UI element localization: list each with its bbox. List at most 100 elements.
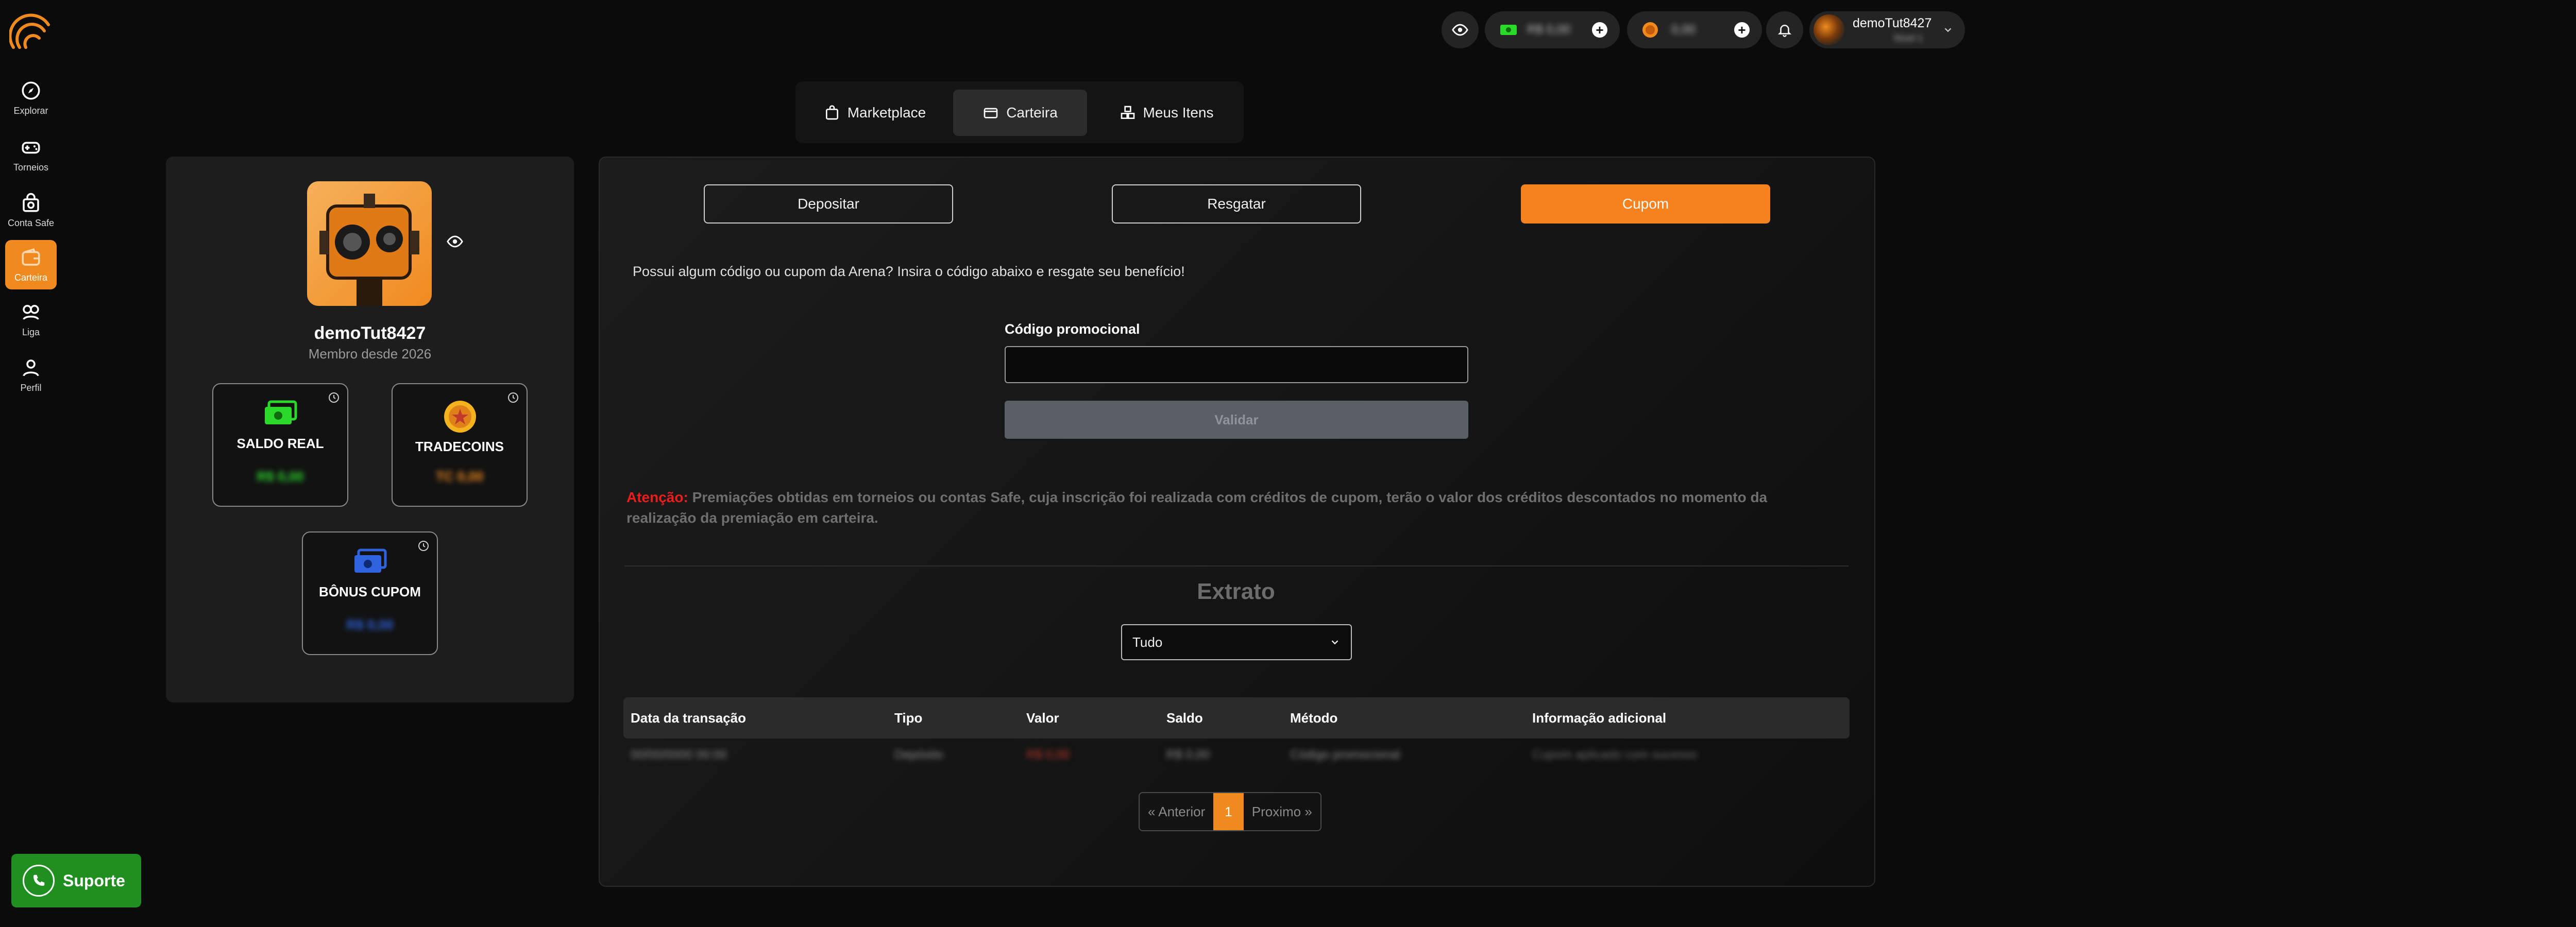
- cash-icon: [1500, 25, 1517, 35]
- tab-label: Meus Itens: [1143, 105, 1214, 121]
- column-header: Valor: [1026, 710, 1059, 726]
- balance-title: SALDO REAL: [236, 436, 324, 451]
- items-icon: [1121, 106, 1134, 119]
- league-icon: [23, 304, 39, 320]
- coupon-info-text: Possui algum código ou cupom da Arena? I…: [633, 264, 1185, 279]
- coupon-button[interactable]: Cupom: [1521, 184, 1770, 224]
- tab-label: Marketplace: [847, 105, 926, 121]
- sidebar-item-torneios[interactable]: Torneios: [5, 130, 57, 179]
- sidebar-item-conta-safe[interactable]: Conta Safe: [5, 185, 57, 235]
- add-balance-button[interactable]: +: [1592, 22, 1607, 38]
- statement-title: Extrato: [1197, 579, 1275, 604]
- tab-marketplace[interactable]: Marketplace: [808, 90, 942, 136]
- coupon-warning: Atenção: Premiações obtidas em torneios …: [626, 487, 1801, 528]
- real-balance-value: R$ 0,00: [1527, 23, 1571, 37]
- eye-icon: [1452, 24, 1468, 36]
- warning-lead: Atenção:: [626, 489, 688, 505]
- balance-card-real: SALDO REAL R$ 0,00: [212, 383, 348, 507]
- column-header: Saldo: [1166, 710, 1203, 726]
- history-icon[interactable]: [417, 540, 430, 552]
- history-icon[interactable]: [507, 391, 519, 404]
- tab-carteira[interactable]: Carteira: [953, 90, 1087, 136]
- notifications-button[interactable]: [1766, 11, 1803, 48]
- compass-icon: [22, 81, 40, 99]
- phone-icon: [23, 865, 55, 897]
- tradecoin-icon: [444, 401, 476, 433]
- coins-balance-value: 0,00: [1671, 23, 1696, 37]
- sidebar-item-explorar[interactable]: Explorar: [5, 73, 57, 123]
- statement-filter-select[interactable]: Tudo: [1121, 624, 1352, 660]
- sidebar-item-label: Torneios: [13, 162, 49, 173]
- validate-button[interactable]: Validar: [1005, 401, 1468, 439]
- sidebar-item-label: Carteira: [14, 272, 48, 283]
- bag-icon: [825, 105, 838, 120]
- table-cell: 00/00/0000 00:00: [631, 748, 727, 762]
- pagination-prev[interactable]: « Anterior: [1140, 793, 1213, 830]
- header-user-level: Nível 1: [1894, 33, 1923, 43]
- bell-icon: [1777, 25, 1792, 37]
- safe-account-icon: [23, 193, 39, 212]
- member-since: Membro desde 2026: [308, 346, 432, 362]
- cash-icon: [265, 400, 297, 424]
- warning-text: Premiações obtidas em torneios ou contas…: [626, 489, 1768, 526]
- wallet-icon: [22, 248, 40, 266]
- real-balance-pill: R$ 0,00 +: [1485, 11, 1620, 48]
- user-icon: [23, 359, 39, 376]
- balance-value: R$ 0,00: [346, 617, 394, 632]
- pagination-current-page[interactable]: 1: [1213, 793, 1244, 830]
- promo-code-label: Código promocional: [1005, 321, 1140, 337]
- pagination-next[interactable]: Proximo »: [1244, 793, 1320, 830]
- sidebar-item-label: Perfil: [20, 382, 42, 393]
- balance-value: R$ 0,00: [257, 469, 304, 484]
- sidebar-item-carteira[interactable]: Carteira: [5, 240, 57, 289]
- sidebar-item-liga[interactable]: Liga: [5, 295, 57, 344]
- table-cell: R$ 0,00: [1166, 748, 1210, 762]
- chevron-down-icon: [1944, 28, 1952, 32]
- add-coins-button[interactable]: +: [1734, 22, 1750, 38]
- filter-value: Tudo: [1132, 634, 1163, 650]
- balance-card-bonus: BÔNUS CUPOM R$ 0,00: [302, 531, 438, 655]
- column-header: Tipo: [894, 710, 923, 726]
- sidebar-item-label: Explorar: [13, 105, 48, 116]
- pagination: « Anterior 1 Proximo »: [1139, 792, 1321, 831]
- profile-username: demoTut8427: [314, 323, 426, 343]
- table-cell: Cupom aplicado com sucesso: [1532, 748, 1698, 762]
- robot-avatar-image: [307, 181, 432, 306]
- chevron-down-icon: [1331, 640, 1338, 645]
- profile-avatar: [307, 181, 432, 306]
- sidebar-item-label: Conta Safe: [7, 217, 55, 228]
- tab-meus-itens[interactable]: Meus Itens: [1099, 90, 1233, 136]
- wallet-tabs: Marketplace Carteira Meus Itens: [795, 81, 1244, 143]
- statement-table-header: Data da transação Tipo Valor Saldo Métod…: [623, 697, 1850, 739]
- toggle-visibility-button[interactable]: [1442, 11, 1479, 48]
- divider: [624, 565, 1849, 566]
- balance-title: TRADECOINS: [415, 439, 504, 454]
- avatar: [1814, 14, 1844, 45]
- eye-icon[interactable]: [444, 233, 466, 250]
- balance-card-tradecoins: TRADECOINS TC 0,00: [392, 383, 528, 507]
- tab-label: Carteira: [1006, 105, 1058, 121]
- withdraw-button[interactable]: Resgatar: [1112, 184, 1361, 224]
- balance-title: BÔNUS CUPOM: [319, 584, 421, 599]
- arena-logo[interactable]: [9, 11, 53, 49]
- support-label: Suporte: [63, 871, 125, 890]
- support-button[interactable]: Suporte: [11, 854, 141, 907]
- tradecoin-icon: [1642, 22, 1658, 38]
- promo-code-input[interactable]: [1005, 346, 1468, 383]
- user-menu[interactable]: demoTut8427 Nível 1: [1809, 11, 1965, 48]
- history-icon[interactable]: [328, 391, 340, 404]
- column-header: Método: [1290, 710, 1338, 726]
- wallet-icon: [984, 108, 998, 118]
- table-cell: Depósito: [894, 748, 943, 762]
- column-header: Informação adicional: [1532, 710, 1667, 726]
- sidebar-item-label: Liga: [22, 327, 40, 337]
- cash-icon: [354, 548, 387, 573]
- deposit-button[interactable]: Depositar: [704, 184, 953, 224]
- header-username: demoTut8427: [1853, 16, 1932, 30]
- sidebar-item-perfil[interactable]: Perfil: [5, 350, 57, 400]
- table-cell: R$ 0,00: [1026, 748, 1070, 762]
- table-cell: Código promocional: [1290, 748, 1400, 762]
- coins-balance-pill: 0,00 +: [1627, 11, 1762, 48]
- column-header: Data da transação: [631, 710, 746, 726]
- balance-value: TC 0,00: [435, 469, 484, 484]
